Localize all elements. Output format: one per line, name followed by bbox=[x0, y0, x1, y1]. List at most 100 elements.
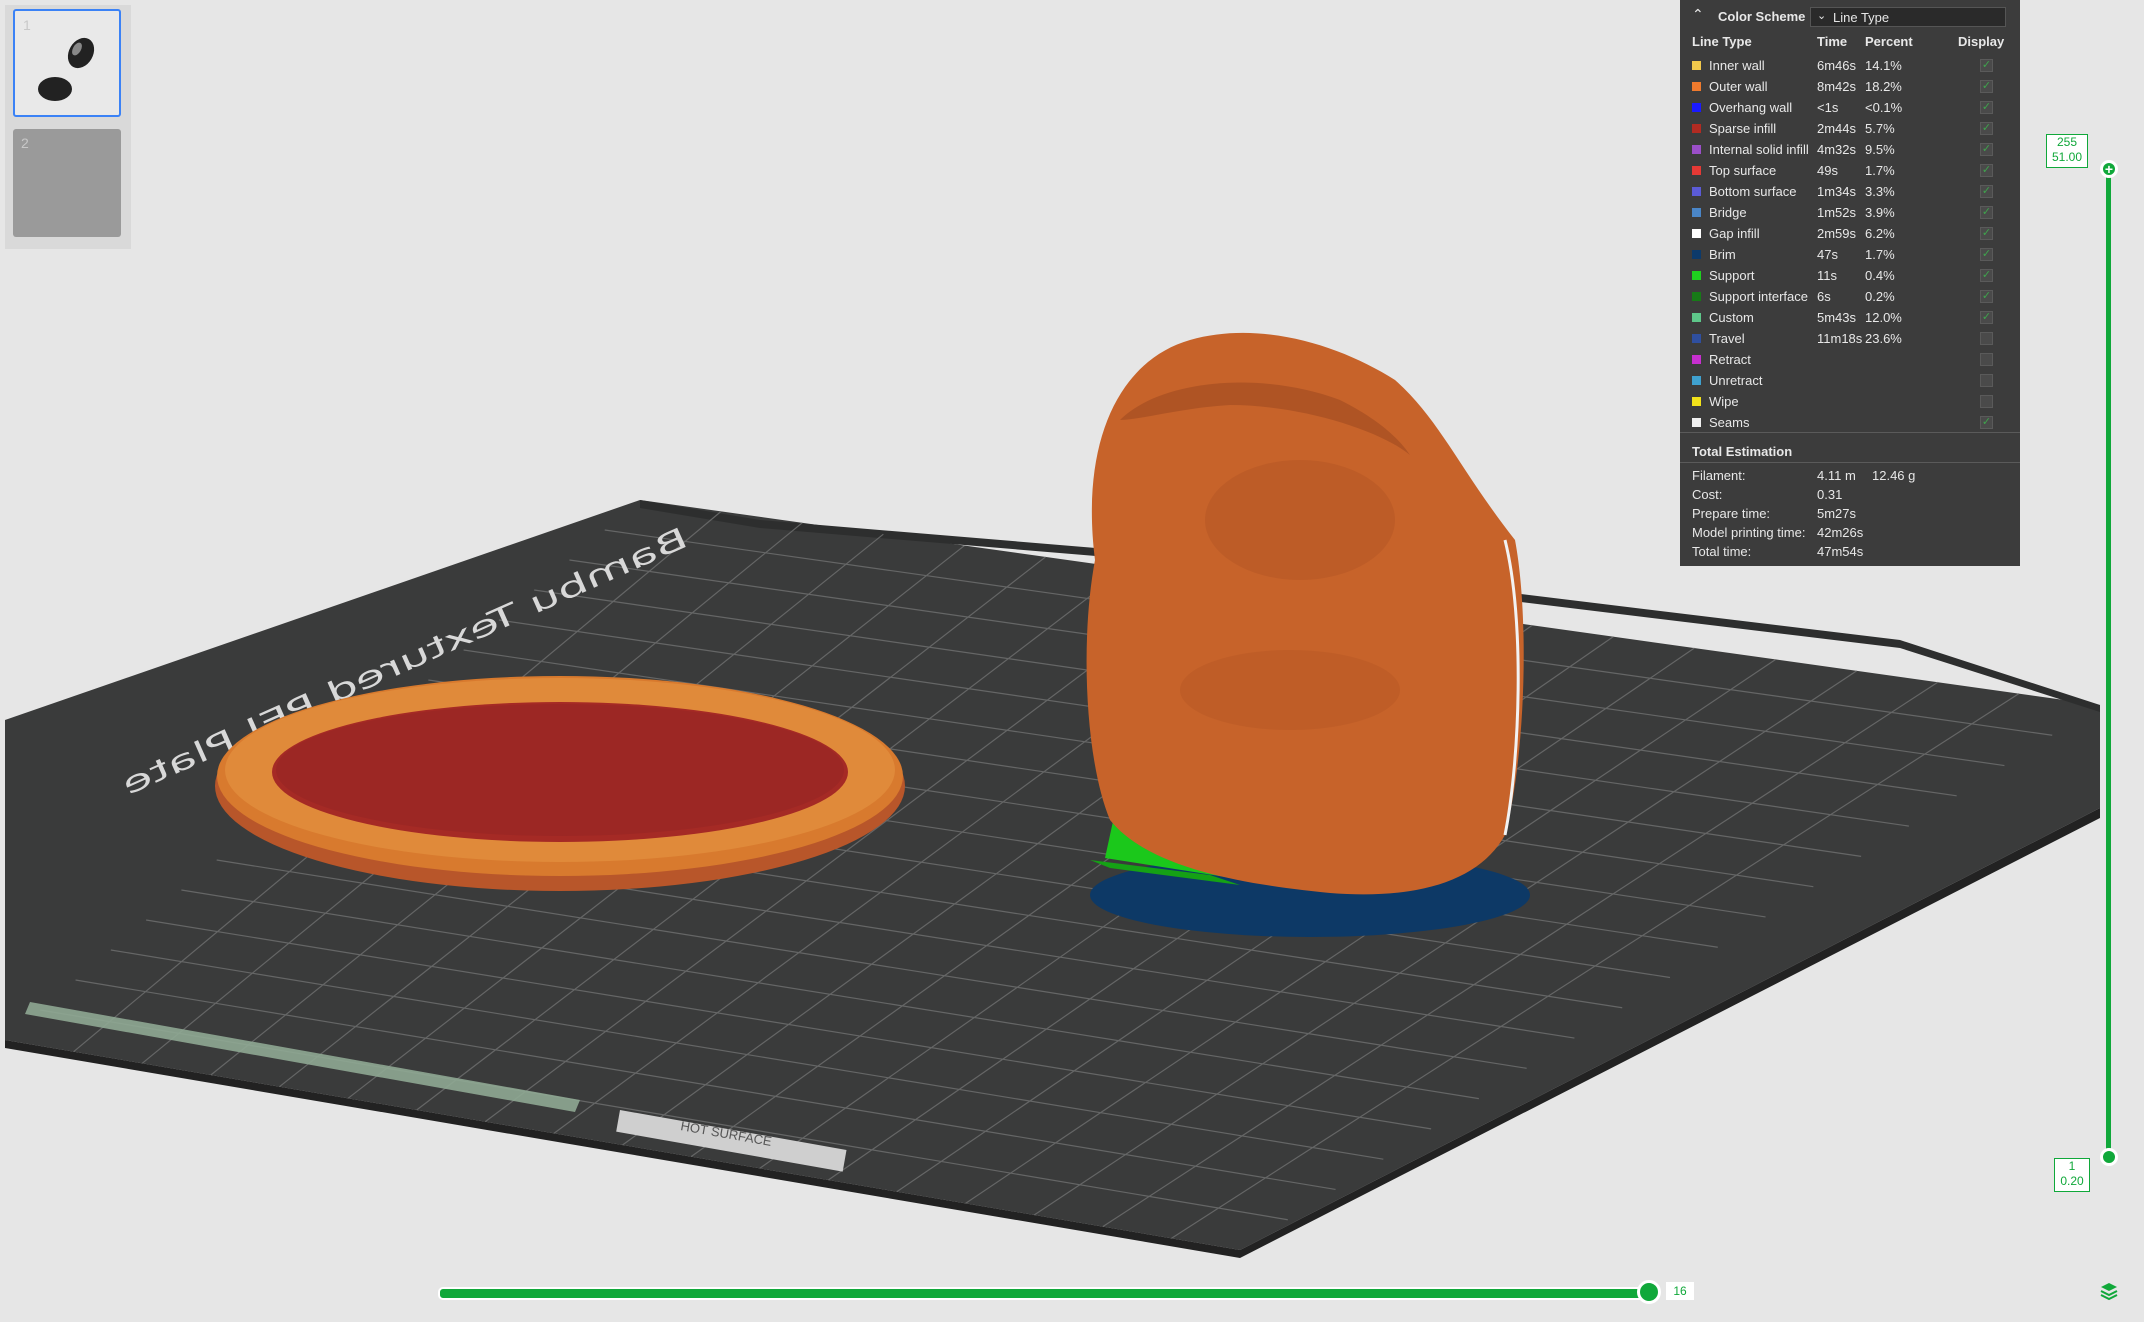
display-checkbox[interactable]: ✓ bbox=[1980, 164, 1993, 177]
line-type-time: 1m34s bbox=[1817, 184, 1857, 199]
display-checkbox[interactable] bbox=[1980, 332, 1993, 345]
filament-length: 4.11 m bbox=[1817, 468, 1856, 483]
legend-row: Top surface 49s 1.7% ✓ bbox=[1680, 160, 2020, 181]
line-type-name: Custom bbox=[1709, 310, 1754, 325]
checkmark-icon: ✓ bbox=[1981, 143, 1992, 155]
plate-thumbnail-list: 1 2 bbox=[5, 5, 131, 249]
line-type-time: 2m44s bbox=[1817, 121, 1857, 136]
color-swatch bbox=[1692, 229, 1701, 238]
color-scheme-dropdown[interactable]: ⌄ Line Type bbox=[1810, 7, 2006, 27]
display-checkbox[interactable]: ✓ bbox=[1980, 416, 1993, 429]
layer-slider-track[interactable] bbox=[2106, 168, 2111, 1158]
display-checkbox[interactable] bbox=[1980, 374, 1993, 387]
legend-row: Support 11s 0.4% ✓ bbox=[1680, 265, 2020, 286]
color-swatch bbox=[1692, 313, 1701, 322]
color-scheme-value: Line Type bbox=[1833, 10, 1890, 25]
display-checkbox[interactable]: ✓ bbox=[1980, 143, 1993, 156]
display-checkbox[interactable]: ✓ bbox=[1980, 206, 1993, 219]
color-swatch bbox=[1692, 271, 1701, 280]
color-swatch bbox=[1692, 124, 1701, 133]
legend-row: Inner wall 6m46s 14.1% ✓ bbox=[1680, 55, 2020, 76]
layer-slider-top-handle[interactable]: + bbox=[2100, 160, 2118, 178]
display-checkbox[interactable] bbox=[1980, 395, 1993, 408]
checkmark-icon: ✓ bbox=[1981, 416, 1992, 428]
legend-row: Custom 5m43s 12.0% ✓ bbox=[1680, 307, 2020, 328]
color-swatch bbox=[1692, 355, 1701, 364]
chevron-down-icon: ⌄ bbox=[1817, 10, 1827, 22]
plate-thumbnail-1[interactable]: 1 bbox=[13, 9, 121, 117]
move-slider-value: 16 bbox=[1666, 1282, 1694, 1300]
column-line-type: Line Type bbox=[1692, 34, 1752, 49]
move-slider-track[interactable] bbox=[438, 1287, 1652, 1300]
display-checkbox[interactable]: ✓ bbox=[1980, 122, 1993, 135]
color-swatch bbox=[1692, 61, 1701, 70]
color-swatch bbox=[1692, 334, 1701, 343]
checkmark-icon: ✓ bbox=[1981, 101, 1992, 113]
column-percent: Percent bbox=[1865, 34, 1913, 49]
checkmark-icon: ✓ bbox=[1981, 185, 1992, 197]
model-printing-time-label: Model printing time: bbox=[1692, 525, 1806, 540]
legend-row: Wipe bbox=[1680, 391, 2020, 412]
color-swatch bbox=[1692, 397, 1701, 406]
line-type-name: Support bbox=[1709, 268, 1755, 283]
line-type-time: 4m32s bbox=[1817, 142, 1857, 157]
column-display: Display bbox=[1958, 34, 2005, 49]
color-swatch bbox=[1692, 208, 1701, 217]
color-swatch bbox=[1692, 292, 1701, 301]
line-type-percent: 3.9% bbox=[1865, 205, 1895, 220]
line-type-name: Unretract bbox=[1709, 373, 1763, 388]
column-time: Time bbox=[1817, 34, 1848, 49]
line-type-name: Top surface bbox=[1709, 163, 1777, 178]
line-type-time: 47s bbox=[1817, 247, 1838, 262]
plate-thumbnail-number: 1 bbox=[23, 17, 31, 33]
checkmark-icon: ✓ bbox=[1981, 59, 1992, 71]
legend-row: Support interface 6s 0.2% ✓ bbox=[1680, 286, 2020, 307]
display-checkbox[interactable]: ✓ bbox=[1980, 185, 1993, 198]
display-checkbox[interactable]: ✓ bbox=[1980, 311, 1993, 324]
line-type-name: Outer wall bbox=[1709, 79, 1768, 94]
total-time-value: 47m54s bbox=[1817, 544, 1864, 559]
ring-model[interactable] bbox=[215, 676, 905, 891]
plate-thumbnail-2[interactable]: 2 bbox=[13, 129, 121, 237]
model-printing-time-row: Model printing time: 42m26s bbox=[1680, 523, 2020, 542]
layers-icon[interactable] bbox=[2100, 1282, 2118, 1302]
cost-row: Cost: 0.31 bbox=[1680, 485, 2020, 504]
display-checkbox[interactable] bbox=[1980, 353, 1993, 366]
checkmark-icon: ✓ bbox=[1981, 122, 1992, 134]
filament-label: Filament: bbox=[1692, 468, 1746, 483]
legend-row: Seams ✓ bbox=[1680, 412, 2020, 433]
line-type-name: Wipe bbox=[1709, 394, 1739, 409]
display-checkbox[interactable]: ✓ bbox=[1980, 101, 1993, 114]
line-type-percent: 9.5% bbox=[1865, 142, 1895, 157]
figure-model[interactable] bbox=[1086, 332, 1530, 937]
color-scheme-panel: ⌃ Color Scheme ⌄ Line Type Line Type Tim… bbox=[1680, 0, 2020, 566]
legend-row: Bridge 1m52s 3.9% ✓ bbox=[1680, 202, 2020, 223]
prepare-time-value: 5m27s bbox=[1817, 506, 1857, 521]
display-checkbox[interactable]: ✓ bbox=[1980, 248, 1993, 261]
legend-row: Overhang wall <1s <0.1% ✓ bbox=[1680, 97, 2020, 118]
line-type-time: 6s bbox=[1817, 289, 1831, 304]
line-type-time: <1s bbox=[1817, 100, 1839, 115]
display-checkbox[interactable]: ✓ bbox=[1980, 227, 1993, 240]
line-type-time: 5m43s bbox=[1817, 310, 1857, 325]
chevron-up-icon[interactable]: ⌃ bbox=[1692, 6, 1704, 23]
layer-slider-bottom-handle[interactable] bbox=[2100, 1148, 2118, 1166]
prepare-time-label: Prepare time: bbox=[1692, 506, 1771, 521]
color-swatch bbox=[1692, 187, 1701, 196]
line-type-name: Seams bbox=[1709, 415, 1750, 430]
legend-title: Color Scheme bbox=[1718, 9, 1806, 24]
display-checkbox[interactable]: ✓ bbox=[1980, 80, 1993, 93]
display-checkbox[interactable]: ✓ bbox=[1980, 269, 1993, 282]
line-type-percent: <0.1% bbox=[1865, 100, 1903, 115]
legend-row: Retract bbox=[1680, 349, 2020, 370]
line-type-percent: 0.2% bbox=[1865, 289, 1895, 304]
divider bbox=[1680, 462, 2020, 463]
line-type-time: 8m42s bbox=[1817, 79, 1857, 94]
line-type-percent: 18.2% bbox=[1865, 79, 1902, 94]
legend-row: Outer wall 8m42s 18.2% ✓ bbox=[1680, 76, 2020, 97]
display-checkbox[interactable]: ✓ bbox=[1980, 290, 1993, 303]
move-slider-handle[interactable] bbox=[1637, 1280, 1661, 1304]
line-type-time: 11m18s bbox=[1817, 331, 1863, 346]
display-checkbox[interactable]: ✓ bbox=[1980, 59, 1993, 72]
legend-row: Bottom surface 1m34s 3.3% ✓ bbox=[1680, 181, 2020, 202]
